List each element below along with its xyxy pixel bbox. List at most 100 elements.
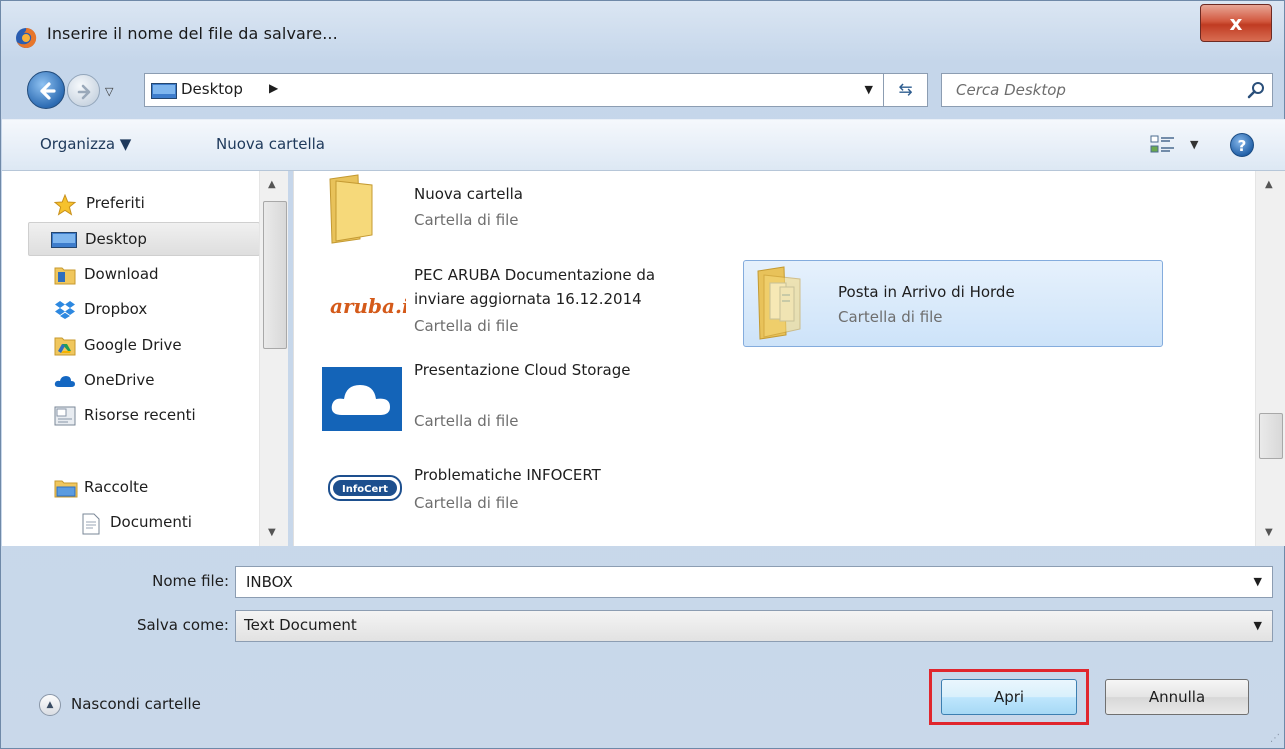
- help-button[interactable]: ?: [1230, 133, 1254, 157]
- forward-button[interactable]: [67, 74, 100, 107]
- file-name-line-1: PEC ARUBA Documentazione da: [414, 266, 656, 284]
- search-box[interactable]: [941, 73, 1273, 107]
- savetype-select[interactable]: Text Document ▼: [235, 610, 1273, 642]
- search-icon: [1247, 82, 1264, 99]
- address-bar-row: ▽ Desktop ▶ ▼ ⇆: [1, 67, 1284, 115]
- back-button[interactable]: [27, 71, 65, 109]
- nav-item-label: Raccolte: [84, 478, 149, 496]
- onedrive-icon: [54, 376, 75, 387]
- file-type: Cartella di file: [414, 317, 519, 335]
- search-input[interactable]: [954, 79, 1224, 101]
- nav-item-google-drive[interactable]: Google Drive: [2, 329, 262, 363]
- save-file-dialog: Inserire il nome del file da salvare... …: [0, 0, 1285, 749]
- arrow-left-icon: [40, 82, 56, 100]
- nav-item-risorse-recenti[interactable]: Risorse recenti: [2, 399, 262, 433]
- nav-item-label: Risorse recenti: [84, 406, 196, 424]
- folder-documents-icon: [757, 266, 801, 340]
- file-type: Cartella di file: [838, 308, 943, 326]
- chevron-up-icon[interactable]: ▲: [39, 694, 61, 716]
- scroll-up-arrow-icon[interactable]: ▲: [1265, 179, 1273, 190]
- dropbox-icon: [55, 301, 75, 319]
- filename-field[interactable]: ▼: [235, 566, 1273, 598]
- title-bar: Inserire il nome del file da salvare... …: [1, 1, 1284, 67]
- nav-item-label: Desktop: [85, 230, 147, 248]
- close-button[interactable]: x: [1200, 4, 1272, 42]
- nav-item-raccolte[interactable]: Raccolte: [2, 471, 262, 505]
- nav-item-download[interactable]: Download: [2, 258, 262, 292]
- desktop-icon: [51, 232, 77, 248]
- aruba-logo-icon: aruba.it: [330, 294, 406, 318]
- infocert-logo-text: InfoCert: [342, 484, 388, 495]
- file-item-presentazione-cloud-storage[interactable]: Presentazione Cloud Storage Cartella di …: [314, 351, 734, 439]
- dialog-title: Inserire il nome del file da salvare...: [47, 24, 338, 43]
- file-item-posta-in-arrivo-di-horde[interactable]: Posta in Arrivo di Horde Cartella di fil…: [743, 260, 1163, 347]
- navigation-scrollbar[interactable]: ▲ ▼: [259, 171, 288, 546]
- scrollbar-thumb[interactable]: [263, 201, 287, 349]
- scrollbar-thumb[interactable]: [1259, 413, 1283, 459]
- address-location[interactable]: Desktop: [181, 80, 243, 98]
- file-type: Cartella di file: [414, 211, 519, 229]
- cancel-button[interactable]: Annulla: [1105, 679, 1249, 715]
- file-name: Presentazione Cloud Storage: [414, 361, 631, 379]
- savetype-value: Text Document: [244, 616, 357, 634]
- nav-item-label: Preferiti: [86, 194, 145, 212]
- filename-history-dropdown[interactable]: ▼: [1254, 575, 1262, 588]
- refresh-button[interactable]: ⇆: [884, 73, 928, 107]
- nav-item-documenti[interactable]: Documenti: [2, 506, 262, 540]
- star-icon: [54, 194, 76, 216]
- organize-menu-button[interactable]: Organizza ▼: [40, 135, 131, 153]
- highlight-annotation: [929, 669, 1089, 725]
- nav-item-label: Google Drive: [84, 336, 182, 354]
- scroll-down-arrow-icon[interactable]: ▼: [268, 527, 276, 538]
- new-folder-button[interactable]: Nuova cartella: [216, 135, 325, 153]
- hide-folders-label[interactable]: Nascondi cartelle: [71, 695, 201, 713]
- file-name: Posta in Arrivo di Horde: [838, 283, 1015, 301]
- folder-icon: [329, 174, 373, 244]
- nav-item-desktop[interactable]: Desktop: [28, 222, 260, 256]
- aruba-logo-text: aruba.it: [330, 294, 406, 318]
- google-drive-icon: [54, 337, 76, 356]
- file-list-pane: Nuova cartella Cartella di file aruba.it…: [293, 171, 1285, 546]
- desktop-icon: [151, 83, 177, 99]
- recent-places-icon: [54, 406, 76, 426]
- navigation-pane: Preferiti Desktop Download Dropbox Googl…: [2, 171, 288, 546]
- filename-label: Nome file:: [152, 572, 229, 590]
- documents-icon: [82, 513, 100, 535]
- arrow-right-icon: [77, 84, 91, 100]
- file-name: Problematiche INFOCERT: [414, 466, 601, 484]
- recent-locations-dropdown[interactable]: ▽: [105, 85, 113, 98]
- address-bar[interactable]: Desktop ▶ ▼: [144, 73, 884, 107]
- scroll-up-arrow-icon[interactable]: ▲: [268, 179, 276, 190]
- command-toolbar: Organizza ▼ Nuova cartella ▼ ?: [2, 119, 1285, 171]
- filename-input[interactable]: [244, 571, 1224, 593]
- address-history-dropdown[interactable]: ▼: [865, 83, 873, 96]
- nav-item-label: Dropbox: [84, 300, 148, 318]
- refresh-icon: ⇆: [898, 80, 913, 100]
- file-item-pec-aruba[interactable]: aruba.it PEC ARUBA Documentazione da inv…: [314, 259, 734, 343]
- scroll-down-arrow-icon[interactable]: ▼: [1265, 527, 1273, 538]
- nav-item-preferiti[interactable]: Preferiti: [2, 187, 262, 221]
- resize-grip-icon[interactable]: ⋰: [1270, 733, 1280, 744]
- nav-item-label: OneDrive: [84, 371, 155, 389]
- onedrive-cloud-icon: [322, 367, 402, 431]
- firefox-icon: [16, 27, 37, 48]
- libraries-icon: [54, 480, 78, 498]
- view-options-dropdown[interactable]: ▼: [1190, 138, 1198, 151]
- file-item-problematiche-infocert[interactable]: InfoCert Problematiche INFOCERT Cartella…: [314, 451, 734, 531]
- savetype-dropdown-arrow-icon[interactable]: ▼: [1254, 619, 1262, 632]
- file-type: Cartella di file: [414, 412, 519, 430]
- nav-item-onedrive[interactable]: OneDrive: [2, 364, 262, 398]
- file-list-scrollbar[interactable]: ▲ ▼: [1255, 171, 1285, 546]
- nav-item-label: Download: [84, 265, 159, 283]
- file-item-nuova-cartella[interactable]: Nuova cartella Cartella di file: [314, 171, 734, 251]
- infocert-logo-icon: InfoCert: [328, 475, 402, 501]
- file-name-line-2: inviare aggiornata 16.12.2014: [414, 290, 642, 308]
- breadcrumb-arrow-icon[interactable]: ▶: [269, 81, 278, 95]
- savetype-label: Salva come:: [136, 616, 229, 634]
- file-name: Nuova cartella: [414, 185, 523, 203]
- nav-item-label: Documenti: [110, 513, 192, 531]
- nav-item-dropbox[interactable]: Dropbox: [2, 293, 262, 327]
- view-options-icon[interactable]: [1150, 134, 1176, 158]
- download-folder-icon: [54, 267, 76, 285]
- file-type: Cartella di file: [414, 494, 519, 512]
